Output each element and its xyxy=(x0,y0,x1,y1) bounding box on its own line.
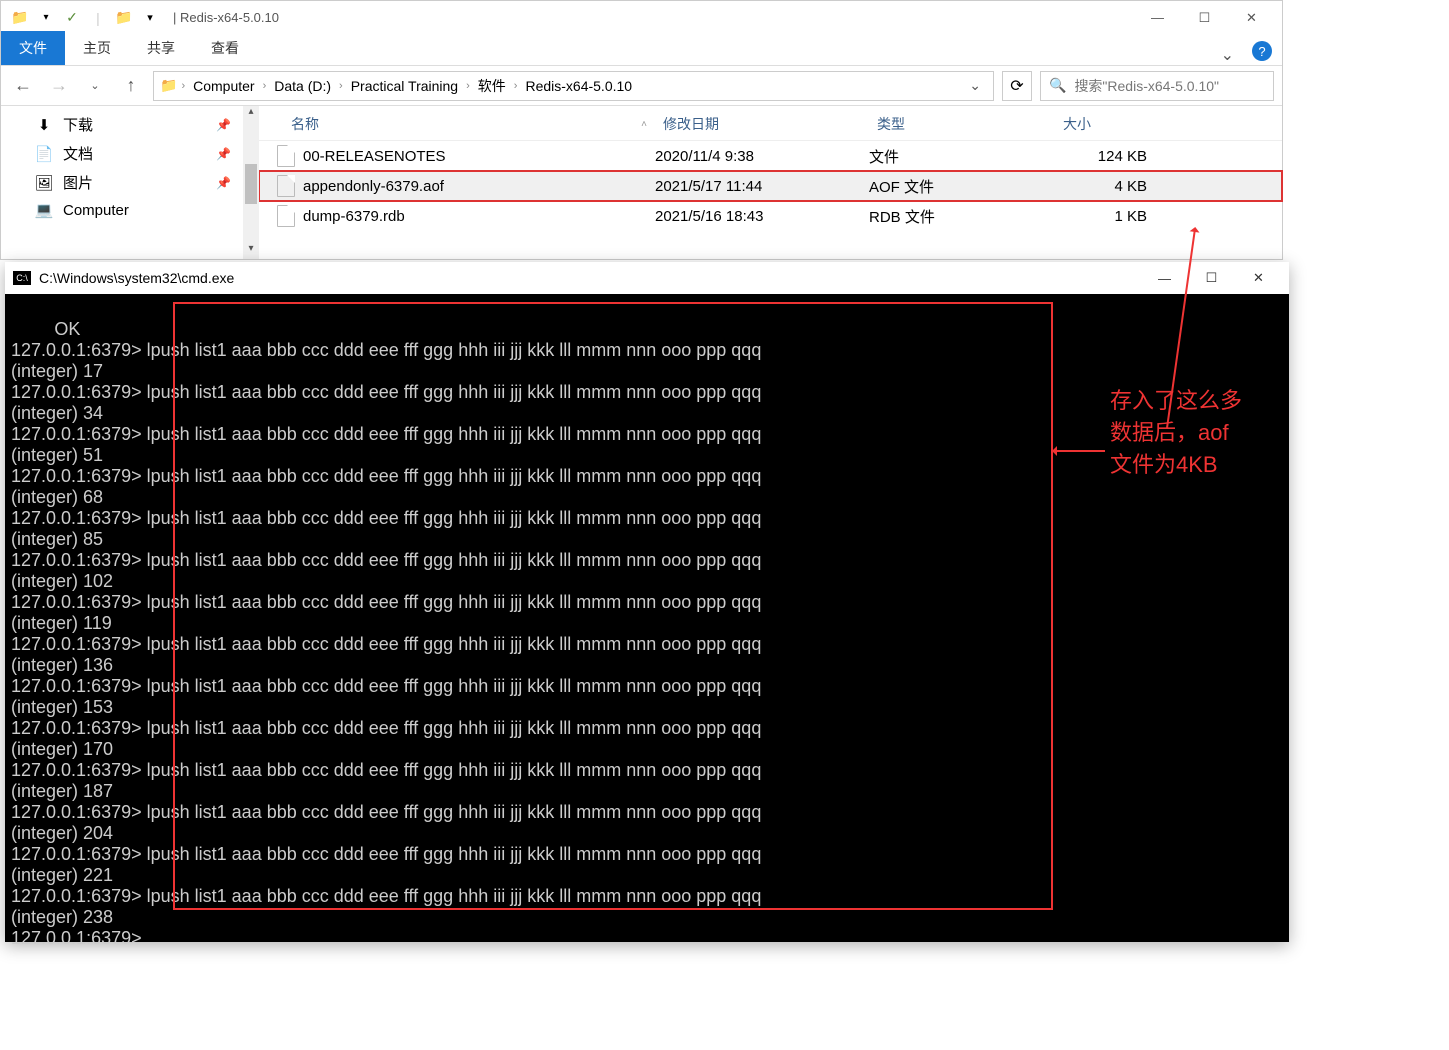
file-icon xyxy=(277,205,295,227)
sidebar-scrollbar[interactable]: ▴ ▾ xyxy=(243,106,259,259)
sidebar-item-label: 图片 xyxy=(63,172,93,193)
sort-icon[interactable]: ˄ xyxy=(641,119,647,130)
cmd-close-button[interactable]: ✕ xyxy=(1236,264,1281,292)
file-type: 文件 xyxy=(869,146,1055,167)
cmd-titlebar: C:\ C:\Windows\system32\cmd.exe — ☐ ✕ xyxy=(5,262,1289,294)
sidebar-item[interactable]: 📄 文档 📌 xyxy=(1,139,259,168)
address-dropdown-icon[interactable]: ⌄ xyxy=(963,77,987,94)
search-input[interactable]: 🔍 搜索"Redis-x64-5.0.10" xyxy=(1040,71,1274,101)
address-folder-icon: 📁 xyxy=(160,77,177,94)
file-name: dump-6379.rdb xyxy=(303,208,405,225)
col-name[interactable]: 名称 xyxy=(291,114,319,134)
pin-icon: 📌 xyxy=(216,118,231,132)
file-date: 2021/5/17 11:44 xyxy=(655,178,869,195)
qat-dropdown-icon[interactable]: ▾ xyxy=(35,7,57,29)
search-placeholder: 搜索"Redis-x64-5.0.10" xyxy=(1074,76,1219,96)
col-size[interactable]: 大小 xyxy=(1055,114,1165,134)
search-icon: 🔍 xyxy=(1049,77,1066,94)
tab-file[interactable]: 文件 xyxy=(1,31,65,65)
file-type: RDB 文件 xyxy=(869,206,1055,227)
file-icon xyxy=(277,175,295,197)
forward-button[interactable]: → xyxy=(45,72,73,100)
titlebar: 📁 ▾ ✓ | 📁 ▾ | Redis-x64-5.0.10 — ☐ ✕ xyxy=(1,1,1282,34)
scroll-thumb[interactable] xyxy=(245,164,257,204)
window-title: | Redis-x64-5.0.10 xyxy=(173,10,279,25)
annotation-arrow-left xyxy=(1055,450,1105,452)
sidebar-item[interactable]: 🖼 图片 📌 xyxy=(1,168,259,197)
close-button[interactable]: ✕ xyxy=(1229,4,1274,32)
breadcrumb-sep[interactable]: › xyxy=(181,80,185,92)
file-size: 124 KB xyxy=(1055,148,1165,165)
file-row[interactable]: appendonly-6379.aof 2021/5/17 11:44AOF 文件… xyxy=(259,171,1282,201)
file-date: 2020/11/4 9:38 xyxy=(655,148,869,165)
sidebar-item-label: Computer xyxy=(63,202,129,219)
file-row[interactable]: dump-6379.rdb 2021/5/16 18:43RDB 文件1 KB xyxy=(259,201,1282,231)
col-date[interactable]: 修改日期 xyxy=(655,114,869,134)
ribbon-expand-icon[interactable]: ⌄ xyxy=(1207,45,1248,65)
check-icon[interactable]: ✓ xyxy=(61,7,83,29)
minimize-button[interactable]: — xyxy=(1135,4,1180,32)
pin-icon: 📌 xyxy=(216,176,231,190)
maximize-button[interactable]: ☐ xyxy=(1182,4,1227,32)
cmd-ok: OK xyxy=(54,319,80,339)
folder-icon-2[interactable]: 📁 xyxy=(113,7,135,29)
breadcrumb[interactable]: Data (D:) xyxy=(270,76,335,96)
sidebar-item[interactable]: ⬇ 下载 📌 xyxy=(1,110,259,139)
cmd-maximize-button[interactable]: ☐ xyxy=(1189,264,1234,292)
breadcrumb[interactable]: Practical Training xyxy=(347,76,462,96)
history-dropdown-icon[interactable]: ⌄ xyxy=(81,72,109,100)
cmd-body[interactable]: OK 127.0.0.1:6379> lpush list1 aaa bbb c… xyxy=(5,294,1289,995)
file-list: 名称 ˄ 修改日期 类型 大小 00-RELEASENOTES 2020/11/4… xyxy=(259,106,1282,259)
breadcrumb-sep[interactable]: › xyxy=(466,80,470,92)
breadcrumb-sep[interactable]: › xyxy=(339,80,343,92)
explorer-window: 📁 ▾ ✓ | 📁 ▾ | Redis-x64-5.0.10 — ☐ ✕ 文件 … xyxy=(0,0,1283,260)
sidebar: ⬇ 下载 📌 📄 文档 📌 🖼 图片 📌 💻 Computer ▴ ▾ xyxy=(1,106,259,259)
sidebar-item-icon: 💻 xyxy=(35,201,53,219)
sidebar-item-icon: ⬇ xyxy=(35,116,53,134)
annotation-text: 存入了这么多 数据后，aof 文件为4KB xyxy=(1110,385,1242,481)
address-bar[interactable]: 📁 › Computer › Data (D:) › Practical Tra… xyxy=(153,71,994,101)
refresh-button[interactable]: ⟳ xyxy=(1002,71,1032,101)
ribbon-tabs: 文件 主页 共享 查看 ⌄ ? xyxy=(1,34,1282,66)
file-row[interactable]: 00-RELEASENOTES 2020/11/4 9:38文件124 KB xyxy=(259,141,1282,171)
help-icon[interactable]: ? xyxy=(1252,41,1272,61)
qat-overflow-icon[interactable]: ▾ xyxy=(139,7,161,29)
file-icon xyxy=(277,145,295,167)
folder-icon[interactable]: 📁 xyxy=(9,7,31,29)
file-size: 4 KB xyxy=(1055,178,1165,195)
sidebar-item-icon: 📄 xyxy=(35,145,53,163)
breadcrumb[interactable]: 软件 xyxy=(474,74,510,98)
breadcrumb-sep[interactable]: › xyxy=(514,80,518,92)
back-button[interactable]: ← xyxy=(9,72,37,100)
sidebar-item-label: 文档 xyxy=(63,143,93,164)
file-type: AOF 文件 xyxy=(869,176,1055,197)
breadcrumb[interactable]: Computer xyxy=(189,76,258,96)
tab-share[interactable]: 共享 xyxy=(129,31,193,65)
qat-separator: | xyxy=(87,7,109,29)
tab-home[interactable]: 主页 xyxy=(65,31,129,65)
col-type[interactable]: 类型 xyxy=(869,114,1055,134)
breadcrumb-sep[interactable]: › xyxy=(263,80,267,92)
file-date: 2021/5/16 18:43 xyxy=(655,208,869,225)
sidebar-item[interactable]: 💻 Computer xyxy=(1,197,259,223)
scroll-down-icon[interactable]: ▾ xyxy=(243,243,259,259)
cmd-minimize-button[interactable]: — xyxy=(1142,264,1187,292)
sidebar-item-label: 下载 xyxy=(63,114,93,135)
up-button[interactable]: ↑ xyxy=(117,72,145,100)
file-name: appendonly-6379.aof xyxy=(303,178,444,195)
cmd-icon: C:\ xyxy=(13,271,31,285)
cmd-title-text: C:\Windows\system32\cmd.exe xyxy=(39,270,234,286)
sidebar-item-icon: 🖼 xyxy=(35,174,53,192)
file-name: 00-RELEASENOTES xyxy=(303,148,446,165)
cmd-window: C:\ C:\Windows\system32\cmd.exe — ☐ ✕ OK… xyxy=(5,262,1289,942)
tab-view[interactable]: 查看 xyxy=(193,31,257,65)
cmd-prompt: 127.0.0.1:6379> xyxy=(11,928,142,948)
pin-icon: 📌 xyxy=(216,147,231,161)
scroll-up-icon[interactable]: ▴ xyxy=(243,106,259,122)
file-size: 1 KB xyxy=(1055,208,1165,225)
navbar: ← → ⌄ ↑ 📁 › Computer › Data (D:) › Pract… xyxy=(1,66,1282,106)
breadcrumb[interactable]: Redis-x64-5.0.10 xyxy=(521,76,636,96)
